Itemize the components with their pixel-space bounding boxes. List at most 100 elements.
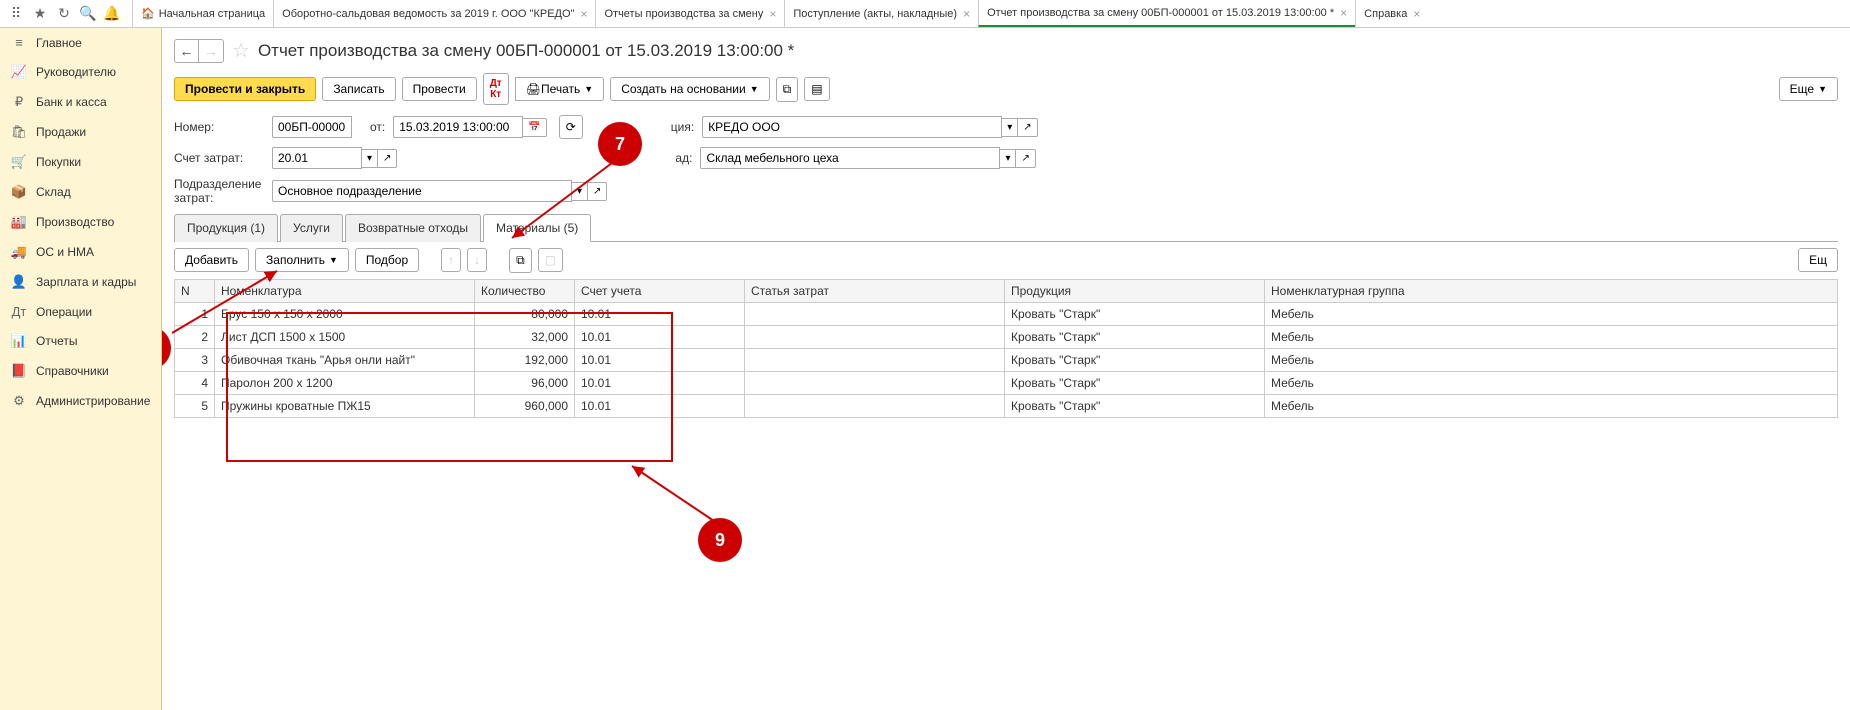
table-header[interactable]: N <box>175 279 215 302</box>
top-tab[interactable]: Отчет производства за смену 00БП-000001 … <box>978 0 1355 27</box>
table-cell[interactable]: 10.01 <box>575 394 745 417</box>
open-icon[interactable]: ↗ <box>378 149 397 168</box>
table-cell[interactable] <box>745 348 1005 371</box>
table-row[interactable]: 2Лист ДСП 1500 х 150032,00010.01Кровать … <box>175 325 1838 348</box>
table-cell[interactable]: Мебель <box>1265 325 1838 348</box>
move-down-icon[interactable]: ↓ <box>467 248 487 272</box>
sidebar-item[interactable]: 👤Зарплата и кадры <box>0 267 161 297</box>
sidebar-item[interactable]: ≡Главное <box>0 28 161 57</box>
table-cell[interactable] <box>745 371 1005 394</box>
sidebar-item[interactable]: 🚚ОС и НМА <box>0 237 161 267</box>
bell-icon[interactable]: 🔔 <box>100 2 124 26</box>
post-and-close-button[interactable]: Провести и закрыть <box>174 77 316 101</box>
top-tab[interactable]: Отчеты производства за смену× <box>595 0 784 27</box>
table-cell[interactable]: 2 <box>175 325 215 348</box>
refresh-icon[interactable]: ⟳ <box>559 115 583 139</box>
warehouse-input[interactable] <box>700 147 1000 169</box>
table-cell[interactable]: 32,000 <box>475 325 575 348</box>
table-cell[interactable]: Кровать "Старк" <box>1005 325 1265 348</box>
table-row[interactable]: 4Паролон 200 х 120096,00010.01Кровать "С… <box>175 371 1838 394</box>
open-icon[interactable]: ↗ <box>1018 118 1037 137</box>
dropdown-icon[interactable]: ▾ <box>1000 149 1016 168</box>
sidebar-item[interactable]: 🏭Производство <box>0 207 161 237</box>
top-tab[interactable]: Оборотно-сальдовая ведомость за 2019 г. … <box>273 0 595 27</box>
table-cell[interactable]: 5 <box>175 394 215 417</box>
dropdown-icon[interactable]: ▾ <box>362 149 378 168</box>
table-cell[interactable] <box>745 325 1005 348</box>
print-button[interactable]: 🖨 Печать▼ <box>515 77 604 101</box>
close-icon[interactable]: × <box>769 7 776 21</box>
doc-tab[interactable]: Материалы (5) <box>483 214 591 242</box>
close-icon[interactable]: × <box>580 7 587 21</box>
table-cell[interactable]: 960,000 <box>475 394 575 417</box>
table-cell[interactable] <box>745 302 1005 325</box>
sidebar-item[interactable]: ДтОперации <box>0 297 161 326</box>
division-input[interactable] <box>272 180 572 202</box>
materials-table[interactable]: NНоменклатураКоличествоСчет учетаСтатья … <box>174 279 1838 418</box>
table-row[interactable]: 3Обивочная ткань "Арья онли найт"192,000… <box>175 348 1838 371</box>
forward-button[interactable]: → <box>199 40 223 62</box>
table-cell[interactable]: 10.01 <box>575 325 745 348</box>
move-up-icon[interactable]: ↑ <box>441 248 461 272</box>
table-cell[interactable]: 10.01 <box>575 371 745 394</box>
doc-tab[interactable]: Услуги <box>280 214 343 242</box>
open-icon[interactable]: ↗ <box>1016 149 1035 168</box>
sidebar-item[interactable]: 🛍Продажи <box>0 117 161 147</box>
table-cell[interactable]: 3 <box>175 348 215 371</box>
table-cell[interactable]: Мебель <box>1265 394 1838 417</box>
top-tab[interactable]: Поступление (акты, накладные)× <box>784 0 978 27</box>
open-icon[interactable]: ↗ <box>588 182 607 201</box>
table-header[interactable]: Номенклатурная группа <box>1265 279 1838 302</box>
close-icon[interactable]: × <box>1413 7 1420 21</box>
number-input[interactable] <box>272 116 352 138</box>
more-button-short[interactable]: Ещ <box>1798 248 1838 272</box>
star-icon[interactable]: ★ <box>28 2 52 26</box>
table-cell[interactable]: 80,000 <box>475 302 575 325</box>
doc-tab[interactable]: Продукция (1) <box>174 214 278 242</box>
table-cell[interactable]: Кровать "Старк" <box>1005 348 1265 371</box>
close-icon[interactable]: × <box>1340 6 1347 20</box>
apps-icon[interactable]: ⠿ <box>4 2 28 26</box>
back-button[interactable]: ← <box>175 40 199 62</box>
sidebar-item[interactable]: 📦Склад <box>0 177 161 207</box>
table-cell[interactable]: Обивочная ткань "Арья онли найт" <box>215 348 475 371</box>
table-header[interactable]: Количество <box>475 279 575 302</box>
table-cell[interactable]: 10.01 <box>575 302 745 325</box>
doc-tab[interactable]: Возвратные отходы <box>345 214 481 242</box>
table-cell[interactable]: Кровать "Старк" <box>1005 302 1265 325</box>
add-button[interactable]: Добавить <box>174 248 249 272</box>
table-cell[interactable]: Мебель <box>1265 371 1838 394</box>
table-cell[interactable]: 192,000 <box>475 348 575 371</box>
table-cell[interactable]: Паролон 200 х 1200 <box>215 371 475 394</box>
dropdown-icon[interactable]: ▾ <box>1002 118 1018 137</box>
table-cell[interactable]: 10.01 <box>575 348 745 371</box>
sidebar-item[interactable]: 📊Отчеты <box>0 326 161 356</box>
top-tab[interactable]: Справка× <box>1355 0 1428 27</box>
org-input[interactable] <box>702 116 1002 138</box>
record-button[interactable]: Записать <box>322 77 395 101</box>
list-icon[interactable]: ▤ <box>804 77 829 101</box>
table-row[interactable]: 5Пружины кроватные ПЖ15960,00010.01 Крова… <box>175 394 1838 417</box>
sidebar-item[interactable]: ₽Банк и касса <box>0 87 161 117</box>
top-tab[interactable]: 🏠Начальная страница <box>132 0 273 27</box>
copy-icon[interactable]: ⧉ <box>509 248 532 273</box>
close-icon[interactable]: × <box>963 7 970 21</box>
dtkt-icon[interactable]: ДтКт <box>483 73 509 105</box>
table-header[interactable]: Номенклатура <box>215 279 475 302</box>
table-cell[interactable]: Кровать "Старк" <box>1005 371 1265 394</box>
table-cell[interactable]: Брус 150 х 150 х 2000 <box>215 302 475 325</box>
table-cell[interactable]: Пружины кроватные ПЖ15 <box>215 394 475 417</box>
sidebar-item[interactable]: 📈Руководителю <box>0 57 161 87</box>
calendar-icon[interactable]: 📅 <box>523 118 546 137</box>
table-cell[interactable]: Мебель <box>1265 348 1838 371</box>
dropdown-icon[interactable]: ▾ <box>572 182 588 201</box>
struct-icon[interactable]: ⧉ <box>776 77 799 102</box>
sidebar-item[interactable]: 📕Справочники <box>0 356 161 386</box>
table-cell[interactable]: Мебель <box>1265 302 1838 325</box>
sidebar-item[interactable]: ⚙Администрирование <box>0 386 161 416</box>
sidebar-item[interactable]: 🛒Покупки <box>0 147 161 177</box>
table-header[interactable]: Продукция <box>1005 279 1265 302</box>
table-cell[interactable]: Кровать "Старк" <box>1005 394 1265 417</box>
favorite-star-icon[interactable]: ☆ <box>232 38 250 63</box>
table-header[interactable]: Счет учета <box>575 279 745 302</box>
